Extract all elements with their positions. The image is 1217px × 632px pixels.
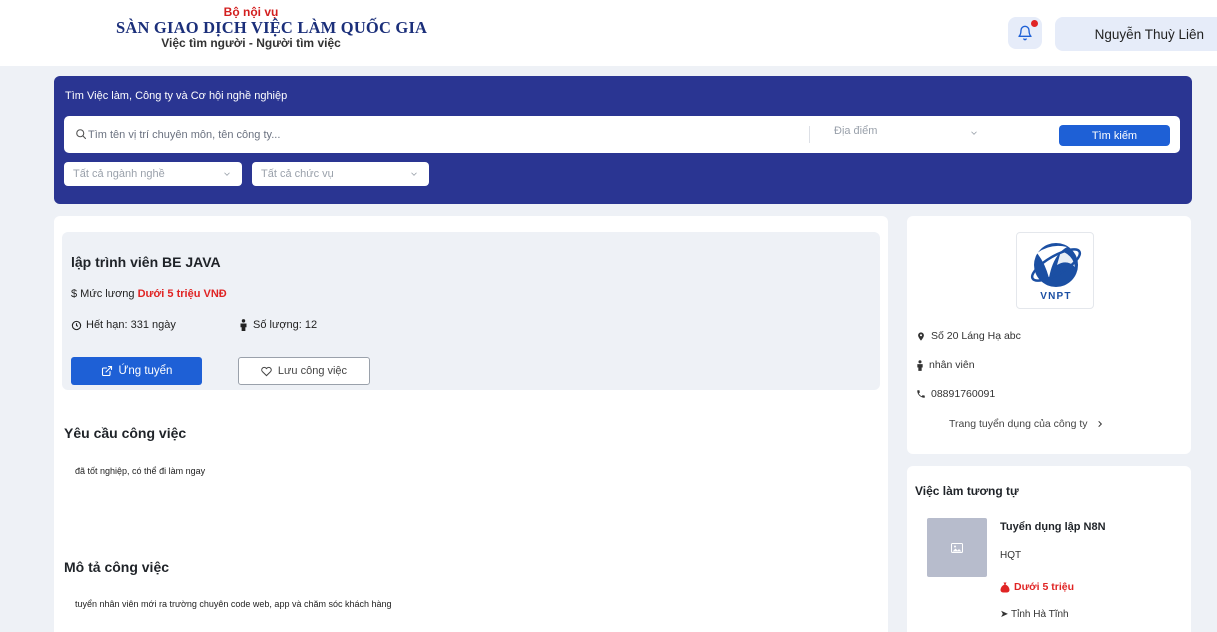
description-heading: Mô tả công việc <box>64 559 170 575</box>
search-panel: Tìm Việc làm, Công ty và Cơ hội nghề ngh… <box>54 76 1192 204</box>
phone-icon <box>917 390 925 398</box>
job-title: lập trình viên BE JAVA <box>71 254 221 270</box>
search-divider <box>809 126 810 143</box>
company-contact-role: nhân viên <box>916 359 975 371</box>
contact-role-text: nhân viên <box>929 359 975 371</box>
location-placeholder: Địa điểm <box>834 125 878 137</box>
salary-value: Dưới 5 triệu VNĐ <box>137 288 227 300</box>
requirements-heading: Yêu cầu công việc <box>64 425 187 441</box>
save-job-button[interactable]: Lưu công việc <box>238 357 370 385</box>
quantity-text: Số lượng: 12 <box>253 319 318 331</box>
similar-jobs-card: Việc làm tương tự Tuyển dụng lập N8N HQT… <box>907 466 1191 632</box>
external-link-icon <box>101 365 112 377</box>
company-address: Số 20 Láng Hạ abc <box>916 330 1021 342</box>
company-phone: 08891760091 <box>916 388 995 400</box>
search-heading: Tìm Việc làm, Công ty và Cơ hội nghề ngh… <box>65 90 288 102</box>
location-pin-icon <box>918 331 924 341</box>
vnpt-logo: VNPT <box>1030 243 1082 302</box>
salary-label: $ Mức lương <box>71 288 135 300</box>
location-select[interactable]: Địa điểm <box>834 125 994 145</box>
search-input[interactable] <box>88 124 808 146</box>
similar-job-location-text: Tỉnh Hà Tĩnh <box>1011 609 1069 620</box>
similar-job-salary: Dưới 5 triệu <box>1000 581 1074 593</box>
search-icon <box>76 129 87 140</box>
ministry-label: Bộ nội vụ <box>223 5 279 19</box>
company-link-label: Trang tuyển dụng của công ty <box>949 418 1088 430</box>
quantity-line: Số lượng: 12 <box>239 319 317 331</box>
chevron-down-icon <box>411 172 417 176</box>
position-filter-label: Tất cả chức vụ <box>261 168 334 180</box>
job-detail-card: lập trình viên BE JAVA $ Mức lương Dưới … <box>54 216 888 632</box>
similar-job-salary-text: Dưới 5 triệu <box>1014 581 1074 593</box>
chevron-down-icon <box>971 131 977 135</box>
salary-line: $ Mức lương Dưới 5 triệu VNĐ <box>71 288 227 300</box>
company-logo[interactable]: VNPT <box>1016 232 1094 309</box>
person-icon <box>240 319 247 331</box>
similar-job-company: HQT <box>1000 550 1022 561</box>
similar-job-title[interactable]: Tuyển dụng lập N8N <box>1000 521 1106 533</box>
position-filter[interactable]: Tất cả chức vụ <box>252 162 429 186</box>
company-card: VNPT Số 20 Láng Hạ abc nhân viên 0889176… <box>907 216 1191 454</box>
user-name: Nguyễn Thuỳ Liên <box>1094 26 1204 42</box>
money-bag-icon <box>1000 582 1010 592</box>
search-button[interactable]: Tìm kiếm <box>1059 125 1170 146</box>
industry-filter[interactable]: Tất cả ngành nghề <box>64 162 242 186</box>
requirements-text: đã tốt nghiệp, có thể đi làm ngay <box>75 466 206 476</box>
logo-text: VNPT <box>1040 291 1071 302</box>
save-job-label: Lưu công việc <box>277 365 348 377</box>
address-text: Số 20 Láng Hạ abc <box>931 330 1021 342</box>
site-name: SÀN GIAO DỊCH VIỆC LÀM QUỐC GIA <box>116 18 428 37</box>
user-menu-button[interactable]: Nguyễn Thuỳ Liên <box>1055 17 1217 51</box>
deadline-text: Hết hạn: 331 ngày <box>86 319 176 331</box>
person-icon <box>917 359 923 371</box>
apply-button[interactable]: Ứng tuyển <box>71 357 202 385</box>
search-bar: Địa điểm Tìm kiếm <box>64 116 1180 153</box>
top-header: Bộ nội vụ SÀN GIAO DỊCH VIỆC LÀM QUỐC GI… <box>0 0 1217 66</box>
description-text: tuyển nhân viên mới ra trường chuyên cod… <box>75 599 392 609</box>
notification-dot <box>1031 20 1038 27</box>
apply-button-label: Ứng tuyển <box>118 365 173 377</box>
site-slogan: Việc tìm người - Người tìm việc <box>161 36 341 50</box>
similar-jobs-heading: Việc làm tương tự <box>915 484 1019 498</box>
heart-icon <box>261 366 272 376</box>
image-placeholder-icon <box>951 542 963 553</box>
clock-icon <box>71 320 82 330</box>
bell-icon <box>1018 25 1032 41</box>
company-recruitment-link[interactable]: Trang tuyển dụng của công ty <box>949 418 1104 430</box>
deadline-line: Hết hạn: 331 ngày <box>71 319 176 331</box>
chevron-right-icon <box>1097 420 1102 428</box>
notification-button[interactable] <box>1008 17 1042 49</box>
industry-filter-label: Tất cả ngành nghề <box>73 168 165 180</box>
job-summary: lập trình viên BE JAVA $ Mức lương Dưới … <box>62 232 880 390</box>
similar-job-location: ➤ Tỉnh Hà Tĩnh <box>1000 609 1069 620</box>
phone-text: 08891760091 <box>931 388 996 400</box>
job-thumbnail[interactable] <box>927 518 987 577</box>
chevron-down-icon <box>224 172 230 176</box>
site-brand[interactable]: Bộ nội vụ SÀN GIAO DỊCH VIỆC LÀM QUỐC GI… <box>116 5 428 50</box>
send-arrow-icon: ➤ <box>1000 609 1009 620</box>
